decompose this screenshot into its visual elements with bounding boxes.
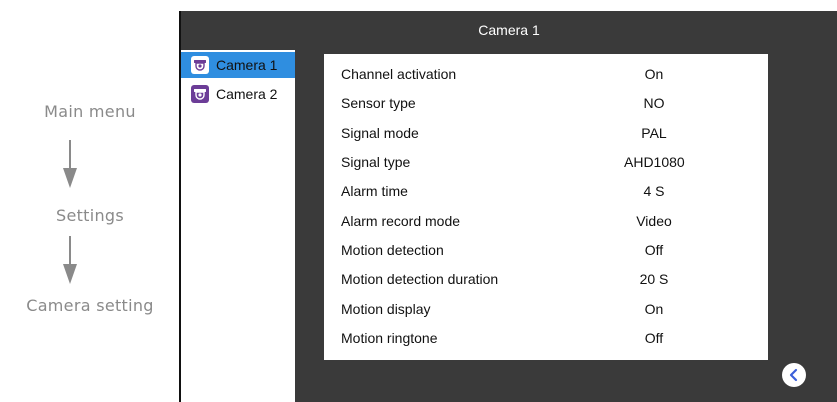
setting-value[interactable]: Video: [624, 213, 684, 229]
setting-row-signal-mode[interactable]: Signal mode PAL: [324, 118, 768, 147]
setting-row-sensor-type[interactable]: Sensor type NO: [324, 88, 768, 117]
setting-value[interactable]: AHD1080: [624, 154, 685, 170]
setting-label: Alarm record mode: [341, 212, 461, 229]
setting-value[interactable]: On: [624, 301, 684, 317]
setting-label: Motion ringtone: [341, 329, 438, 346]
setting-label: Motion display: [341, 300, 431, 317]
nav-step-main-menu: Main menu: [44, 102, 136, 121]
setting-label: Alarm time: [341, 182, 408, 199]
down-arrow-icon: [63, 140, 77, 188]
nav-step-camera-setting: Camera setting: [26, 296, 154, 315]
setting-label: Channel activation: [341, 65, 457, 82]
setting-value[interactable]: PAL: [624, 125, 684, 141]
device-screen: Camera 1 Camera 1 Camera 2 Channel activ…: [179, 11, 837, 402]
camera-label: Camera 2: [216, 86, 278, 102]
setting-row-signal-type[interactable]: Signal type AHD1080: [324, 147, 768, 176]
setting-label: Signal type: [341, 153, 411, 170]
security-camera-icon: [191, 56, 209, 74]
back-button[interactable]: [782, 363, 806, 387]
settings-panel: Channel activation On Sensor type NO Sig…: [324, 54, 768, 360]
setting-row-motion-detection-duration[interactable]: Motion detection duration 20 S: [324, 264, 768, 293]
setting-label: Sensor type: [341, 94, 416, 111]
setting-value[interactable]: Off: [624, 242, 684, 258]
screen-title: Camera 1: [478, 22, 540, 38]
back-arrow-icon: [789, 368, 798, 382]
camera-list: Camera 1 Camera 2: [181, 50, 295, 402]
setting-value[interactable]: 4 S: [624, 183, 684, 199]
setting-row-motion-display[interactable]: Motion display On: [324, 294, 768, 323]
setting-row-alarm-record-mode[interactable]: Alarm record mode Video: [324, 206, 768, 235]
setting-row-motion-detection[interactable]: Motion detection Off: [324, 235, 768, 264]
setting-value[interactable]: 20 S: [624, 271, 684, 287]
camera-list-item-camera-2[interactable]: Camera 2: [181, 81, 295, 107]
navigation-path: Main menu Settings Camera setting: [0, 0, 180, 402]
setting-row-channel-activation[interactable]: Channel activation On: [324, 59, 768, 88]
security-camera-icon: [191, 85, 209, 103]
setting-value[interactable]: NO: [624, 95, 684, 111]
setting-row-motion-ringtone[interactable]: Motion ringtone Off: [324, 323, 768, 352]
setting-value[interactable]: On: [624, 66, 684, 82]
setting-label: Motion detection duration: [341, 270, 499, 287]
setting-label: Signal mode: [341, 124, 419, 141]
nav-step-settings: Settings: [55, 206, 125, 225]
camera-label: Camera 1: [216, 57, 278, 73]
down-arrow-icon: [63, 236, 77, 284]
setting-value[interactable]: Off: [624, 330, 684, 346]
setting-row-alarm-time[interactable]: Alarm time 4 S: [324, 176, 768, 205]
camera-list-item-camera-1[interactable]: Camera 1: [181, 52, 295, 78]
setting-label: Motion detection: [341, 241, 444, 258]
